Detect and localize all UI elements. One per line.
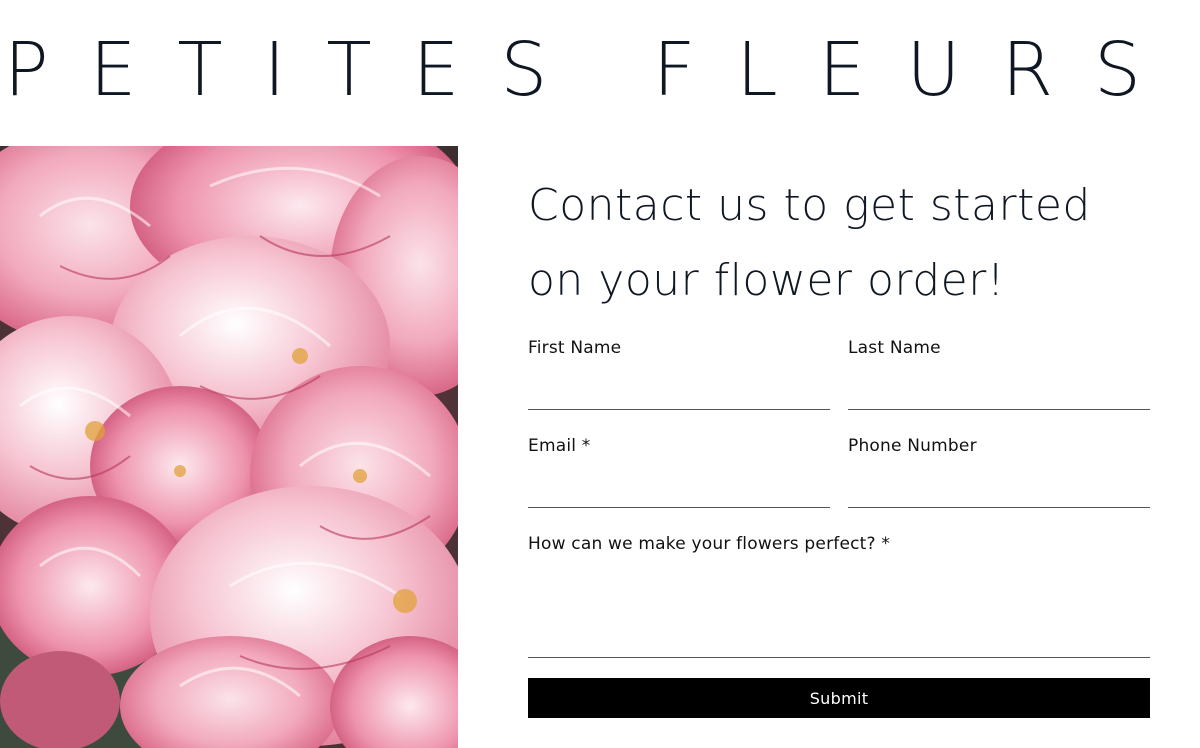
email-field: Email * (528, 436, 830, 508)
last-name-field: Last Name (848, 338, 1150, 410)
form-heading-line2: on your flower order! (528, 255, 1005, 306)
email-label: Email * (528, 436, 591, 456)
contact-form: Contact us to get started on your flower… (528, 168, 1150, 718)
brand-logo-text: PETITES FLEURS (4, 27, 1182, 113)
submit-button[interactable]: Submit (528, 678, 1150, 718)
name-row: First Name Last Name (528, 338, 1150, 410)
email-input[interactable] (528, 456, 830, 508)
first-name-label: First Name (528, 338, 622, 358)
contact-row: Email * Phone Number (528, 436, 1150, 508)
phone-field: Phone Number (848, 436, 1150, 508)
message-row: How can we make your flowers perfect? * (528, 534, 1150, 658)
first-name-input[interactable] (528, 358, 830, 410)
peony-illustration (0, 146, 458, 748)
page: PETITES FLEURS Contact us to get started… (0, 0, 1200, 748)
phone-label: Phone Number (848, 436, 977, 456)
first-name-field: First Name (528, 338, 830, 410)
form-heading-line1: Contact us to get started (528, 180, 1091, 231)
message-field: How can we make your flowers perfect? * (528, 534, 1150, 658)
message-textarea[interactable] (528, 554, 1150, 658)
peony-photo (0, 146, 458, 748)
last-name-input[interactable] (848, 358, 1150, 410)
phone-input[interactable] (848, 456, 1150, 508)
last-name-label: Last Name (848, 338, 941, 358)
form-heading: Contact us to get started on your flower… (528, 168, 1150, 318)
message-label: How can we make your flowers perfect? * (528, 534, 891, 554)
